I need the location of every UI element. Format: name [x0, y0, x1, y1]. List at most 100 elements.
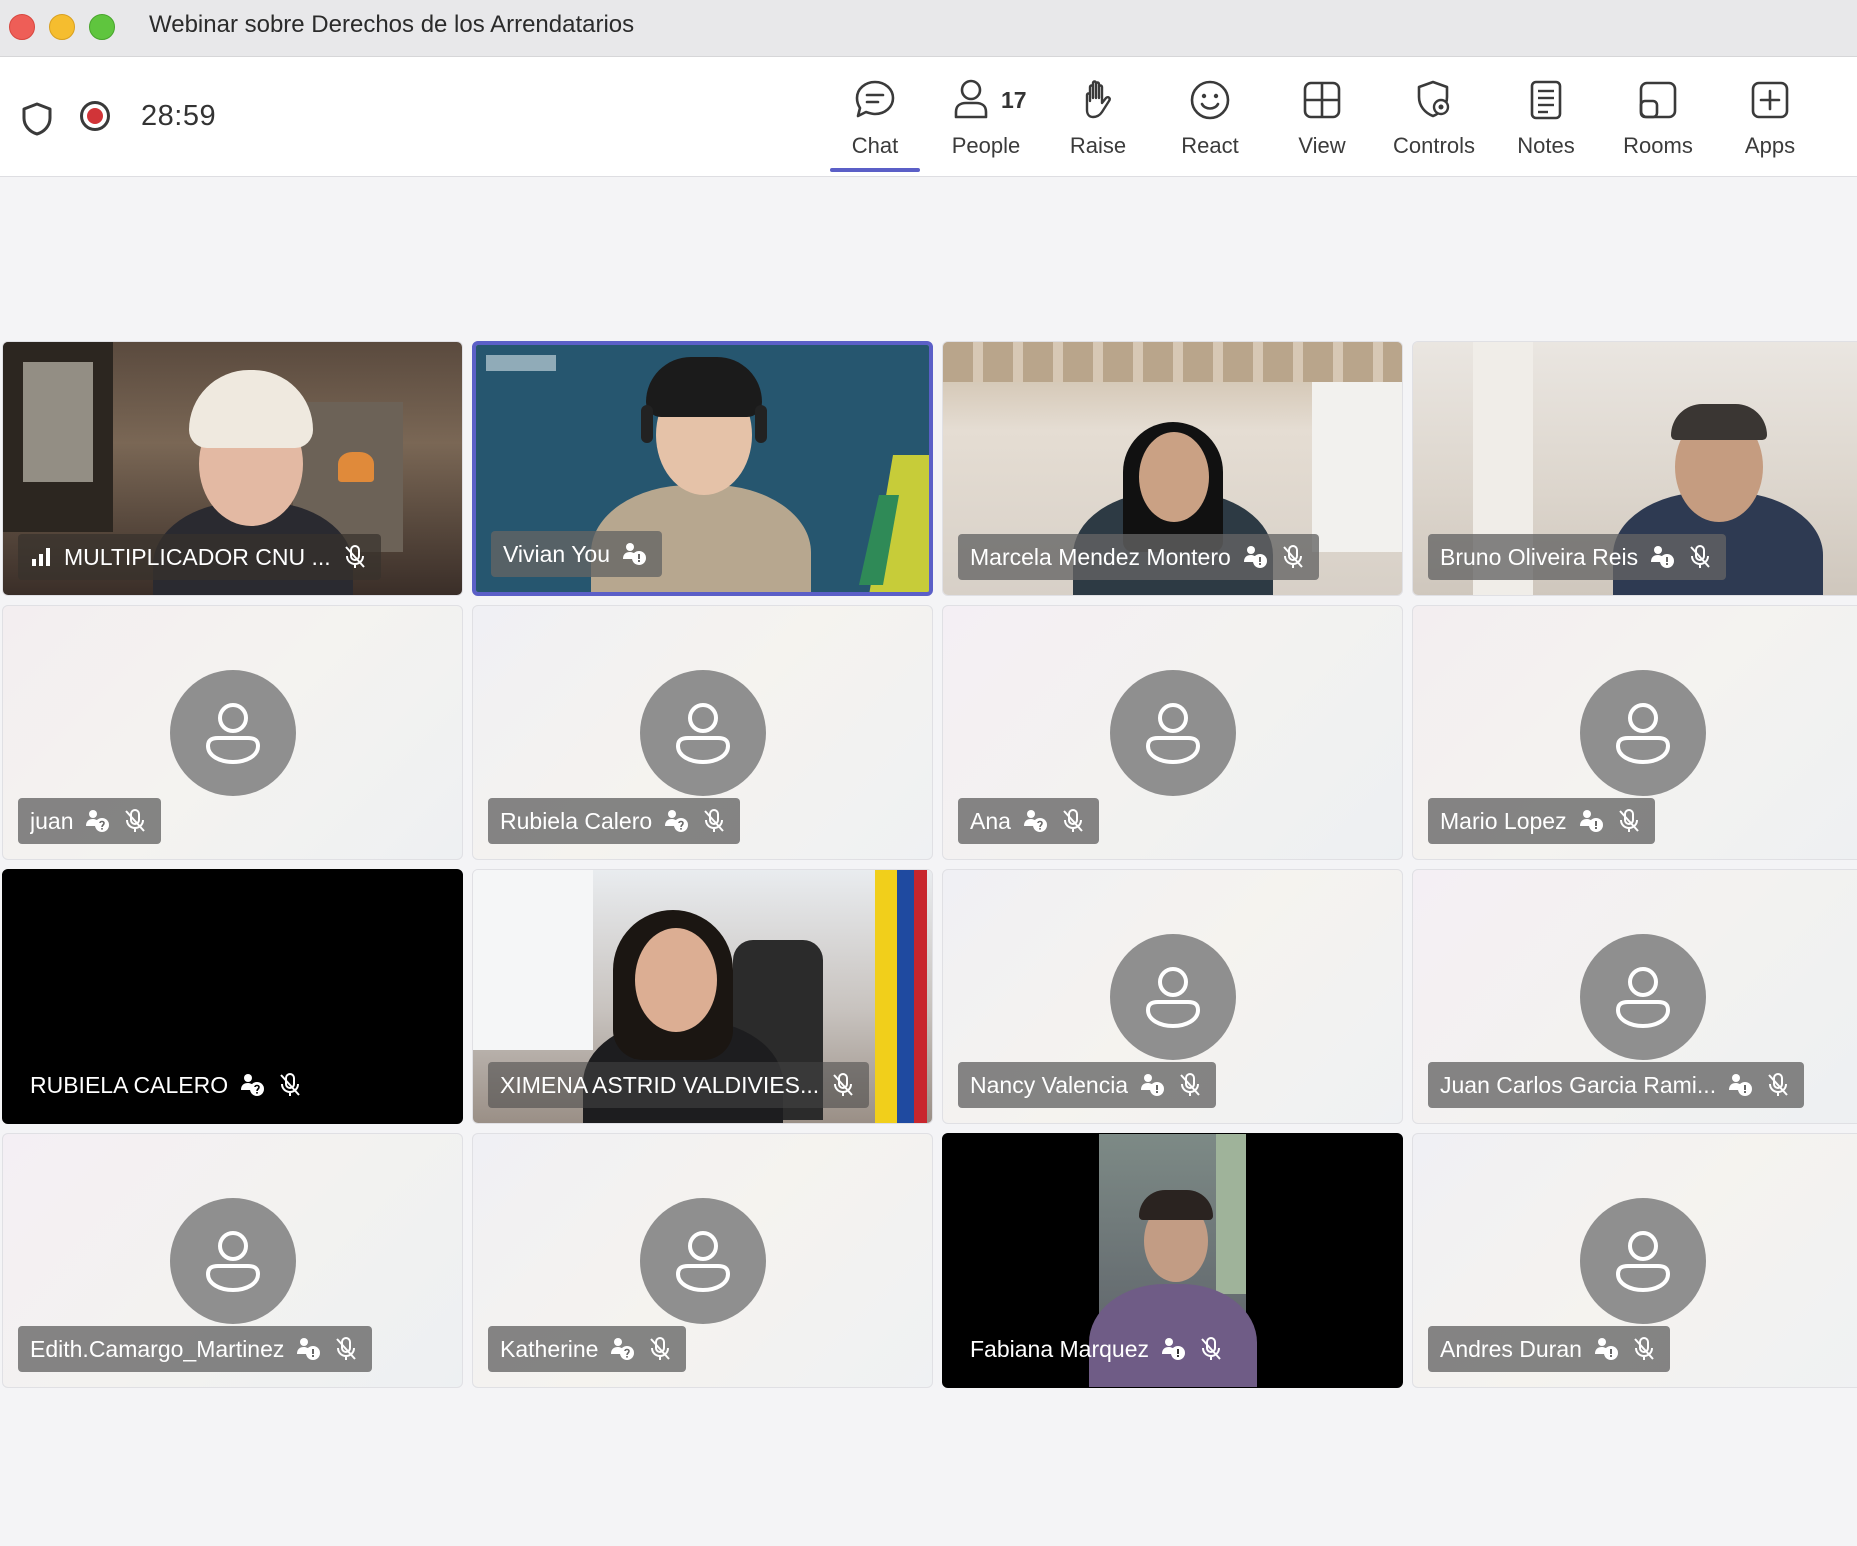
person-icon — [1145, 967, 1200, 1029]
mic-muted-icon — [1618, 809, 1639, 832]
participant-tile[interactable]: Rubiela Calero — [472, 605, 933, 860]
participant-nameplate: juan — [18, 798, 162, 844]
participant-tile[interactable]: Katherine — [472, 1133, 933, 1388]
recording-dot-icon — [87, 108, 103, 124]
participant-tile[interactable]: Bruno Oliveira Reis — [1412, 341, 1857, 596]
participant-nameplate: Andres Duran — [1428, 1326, 1670, 1372]
mic-muted-icon — [1690, 545, 1710, 568]
notes-icon — [1530, 80, 1562, 120]
mic-muted-icon — [1634, 1337, 1654, 1360]
participant-name: Edith.Camargo_Martinez — [30, 1335, 285, 1362]
participant-name: XIMENA ASTRID VALDIVIES... — [500, 1071, 820, 1098]
participant-name: Ana — [970, 807, 1011, 834]
unknown-person-icon — [241, 1074, 265, 1096]
mic-muted-icon — [1180, 1073, 1200, 1096]
participant-tile[interactable]: Juan Carlos Garcia Rami... — [1412, 869, 1857, 1124]
shield-icon[interactable] — [20, 101, 54, 137]
participant-tile[interactable]: Mario Lopez — [1412, 605, 1857, 860]
rooms-icon — [1639, 81, 1677, 119]
avatar — [1109, 670, 1236, 796]
mic-muted-icon — [1283, 545, 1303, 568]
participant-tile[interactable]: Edith.Camargo_Martinez — [2, 1133, 463, 1388]
avatar — [169, 670, 296, 796]
participant-tile[interactable]: Nancy Valencia — [942, 869, 1403, 1124]
meeting-timer: 28:59 — [141, 100, 217, 132]
participant-tile[interactable]: RUBIELA CALERO — [2, 869, 463, 1124]
avatar — [639, 1198, 766, 1324]
unverified-person-icon — [623, 543, 647, 565]
participant-nameplate: Juan Carlos Garcia Rami... — [1428, 1062, 1805, 1108]
participant-tile[interactable]: Marcela Mendez Montero — [942, 341, 1403, 596]
avatar — [639, 670, 766, 796]
person-icon — [1615, 703, 1670, 765]
unknown-person-icon — [1023, 810, 1047, 832]
raise-label: Raise — [1069, 133, 1127, 158]
participant-tile[interactable]: juan — [2, 605, 463, 860]
mic-muted-icon — [125, 809, 146, 832]
participant-tile[interactable]: Andres Duran — [1412, 1133, 1857, 1388]
rooms-button[interactable]: Rooms — [1603, 77, 1713, 173]
participant-nameplate: Bruno Oliveira Reis — [1428, 534, 1727, 580]
participant-nameplate: XIMENA ASTRID VALDIVIES... — [488, 1062, 870, 1108]
minimize-window-button[interactable] — [49, 14, 75, 40]
maximize-window-button[interactable] — [89, 14, 115, 40]
person-icon — [205, 1231, 260, 1293]
participant-grid: MULTIPLICADOR CNU ... Vivian You Marcela… — [2, 341, 1857, 1390]
mic-muted-icon — [833, 1073, 853, 1096]
participant-nameplate: Marcela Mendez Montero — [958, 534, 1319, 580]
react-label: React — [1181, 133, 1239, 158]
unverified-person-icon — [1579, 810, 1603, 832]
participant-name: Fabiana Marquez — [970, 1335, 1149, 1362]
unknown-person-icon — [611, 1338, 635, 1360]
view-label: View — [1298, 133, 1346, 158]
participant-nameplate: Edith.Camargo_Martinez — [18, 1326, 373, 1372]
unverified-person-icon — [1729, 1074, 1753, 1096]
close-window-button[interactable] — [9, 14, 35, 40]
notes-button[interactable]: Notes — [1491, 77, 1601, 173]
unverified-person-icon — [1141, 1074, 1165, 1096]
chat-label: Chat — [851, 133, 899, 158]
participant-nameplate: RUBIELA CALERO — [18, 1062, 316, 1108]
chat-icon — [855, 80, 895, 118]
avatar — [1579, 1198, 1706, 1324]
participant-name: Nancy Valencia — [970, 1071, 1129, 1098]
participant-nameplate: Ana — [958, 798, 1099, 844]
raise-hand-button[interactable]: Raise — [1043, 77, 1153, 173]
apps-button[interactable]: Apps — [1715, 77, 1825, 173]
avatar — [1579, 670, 1706, 796]
controls-button[interactable]: Controls — [1379, 77, 1489, 173]
mic-muted-icon — [280, 1073, 300, 1096]
participant-name: Rubiela Calero — [500, 807, 653, 834]
participant-name: RUBIELA CALERO — [30, 1071, 229, 1098]
participant-tile-selected[interactable]: Vivian You — [472, 341, 933, 596]
active-tab-indicator — [830, 168, 920, 172]
react-icon — [1190, 80, 1230, 120]
mic-muted-icon — [344, 545, 365, 568]
view-button[interactable]: View — [1267, 77, 1377, 173]
participant-tile[interactable]: MULTIPLICADOR CNU ... — [2, 341, 463, 596]
participant-tile[interactable]: Fabiana Marquez — [942, 1133, 1403, 1388]
participant-name: Vivian You — [503, 540, 611, 567]
participant-tile[interactable]: XIMENA ASTRID VALDIVIES... — [472, 869, 933, 1124]
person-icon — [1145, 703, 1200, 765]
avatar — [1579, 934, 1706, 1060]
participant-name: Andres Duran — [1440, 1335, 1582, 1362]
react-button[interactable]: React — [1155, 77, 1265, 173]
participant-tile[interactable]: Ana — [942, 605, 1403, 860]
person-icon — [1615, 967, 1670, 1029]
participant-name: Katherine — [500, 1335, 599, 1362]
people-button[interactable]: 17 People — [931, 77, 1041, 173]
controls-label: Controls — [1393, 133, 1475, 158]
participant-name: MULTIPLICADOR CNU ... — [64, 543, 331, 570]
participant-name: Marcela Mendez Montero — [970, 543, 1231, 570]
participant-nameplate: Katherine — [488, 1326, 687, 1372]
people-icon — [954, 79, 988, 119]
unverified-person-icon — [1162, 1338, 1185, 1360]
participant-nameplate: MULTIPLICADOR CNU ... — [18, 534, 381, 580]
unverified-person-icon — [297, 1338, 321, 1360]
chat-button[interactable]: Chat — [820, 77, 930, 173]
mic-muted-icon — [1201, 1337, 1221, 1360]
apps-label: Apps — [1744, 133, 1796, 158]
window-title: Webinar sobre Derechos de los Arrendatar… — [149, 11, 635, 38]
mic-muted-icon — [1768, 1073, 1788, 1096]
